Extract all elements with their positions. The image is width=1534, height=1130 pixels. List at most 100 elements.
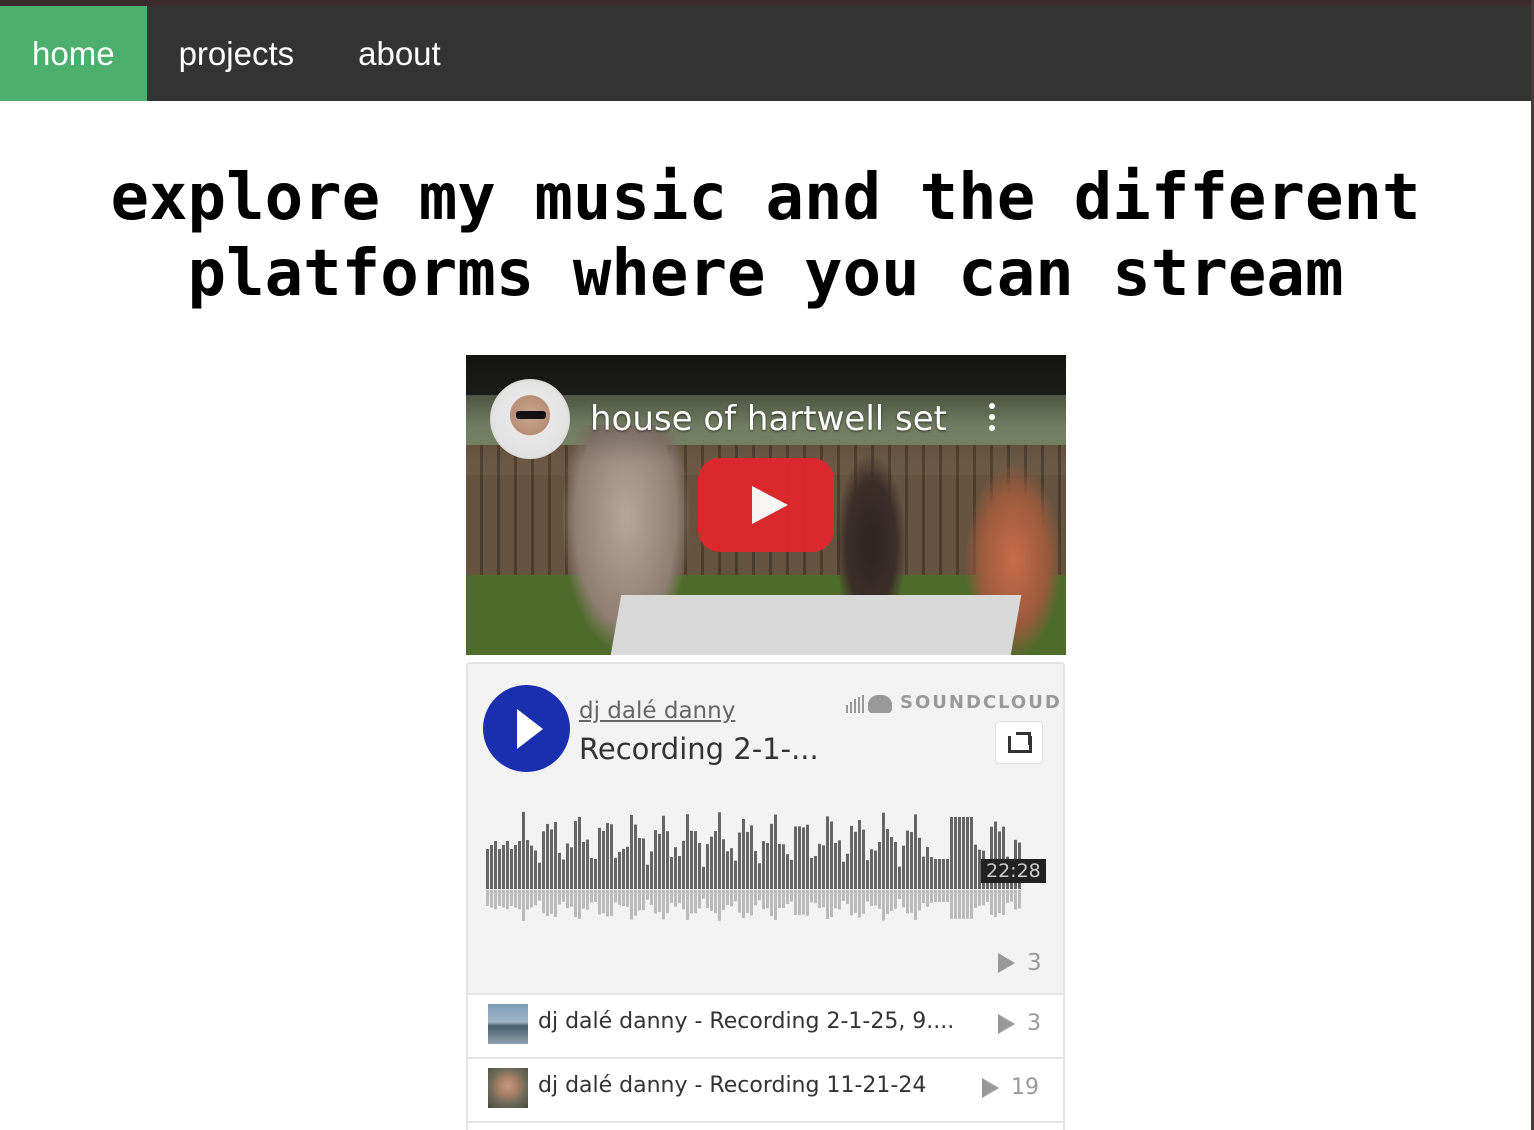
- waveform-bar-reflection: [666, 890, 669, 914]
- nav-home-link[interactable]: home: [0, 6, 147, 101]
- waveform-bar-reflection: [850, 890, 853, 916]
- waveform-bar: [850, 825, 853, 889]
- waveform-bar-reflection: [926, 890, 929, 907]
- waveform-bar: [682, 840, 685, 889]
- waveform-bar: [926, 847, 929, 889]
- page-headline: explore my music and the different platf…: [0, 160, 1531, 312]
- nav-about-link[interactable]: about: [326, 6, 473, 101]
- waveform-bar: [634, 824, 637, 889]
- waveform-bar-reflection: [650, 890, 653, 906]
- waveform-bar: [714, 831, 717, 889]
- waveform-bar: [894, 841, 897, 889]
- waveform-bar: [498, 849, 501, 889]
- waveform-bar: [658, 833, 661, 889]
- waveform-bar: [654, 830, 657, 889]
- waveform-bar-reflection: [898, 890, 901, 899]
- waveform-bar-reflection: [806, 890, 809, 916]
- channel-avatar[interactable]: [490, 379, 570, 459]
- waveform-bar: [554, 822, 557, 889]
- waveform-bar-reflection: [570, 890, 573, 907]
- waveform-bar-reflection: [858, 890, 861, 918]
- waveform-bar: [626, 846, 629, 889]
- waveform-bar-reflection: [598, 890, 601, 915]
- waveform-bar: [746, 831, 749, 889]
- waveform-bar-reflection: [594, 890, 597, 903]
- youtube-embed[interactable]: house of hartwell set: [466, 355, 1066, 655]
- waveform-bar-reflection: [862, 890, 865, 914]
- waveform-bar: [778, 843, 781, 889]
- waveform-bar: [794, 826, 797, 889]
- waveform-bar: [918, 837, 921, 889]
- waveform-bar: [526, 840, 529, 889]
- track-list-item[interactable]: [468, 1121, 1063, 1130]
- soundcloud-track-title[interactable]: Recording 2-1-...: [579, 732, 819, 766]
- waveform-bar-reflection: [818, 890, 821, 909]
- waveform-bar-reflection: [662, 890, 665, 920]
- waveform-bar: [642, 838, 645, 889]
- waveform-bar-reflection: [878, 890, 881, 909]
- waveform-bar: [542, 831, 545, 889]
- waveform-bar: [786, 854, 789, 889]
- waveform-bar-reflection: [998, 890, 1001, 914]
- waveform-bar-reflection: [586, 890, 589, 910]
- waveform-bar-reflection: [582, 890, 585, 909]
- waveform-bar-reflection: [934, 890, 937, 902]
- waveform-bar-reflection: [986, 890, 989, 902]
- waveform-bar: [866, 860, 869, 889]
- share-icon[interactable]: [995, 721, 1043, 764]
- soundcloud-waveform[interactable]: [486, 804, 1046, 924]
- waveform-bar-reflection: [970, 890, 973, 919]
- waveform-bar-reflection: [654, 890, 657, 914]
- video-thumbnail-table: [610, 595, 1022, 655]
- waveform-bar: [766, 843, 769, 889]
- track-list-item[interactable]: dj dalé danny - Recording 11-21-24 19: [468, 1057, 1063, 1121]
- waveform-bar: [718, 812, 721, 889]
- waveform-bar-reflection: [742, 890, 745, 919]
- waveform-bar-reflection: [994, 890, 997, 917]
- waveform-bar: [730, 848, 733, 889]
- waveform-bar-reflection: [814, 890, 817, 904]
- waveform-bar-reflection: [750, 890, 753, 916]
- waveform-bar: [914, 814, 917, 889]
- waveform-bar: [638, 838, 641, 889]
- waveform-bar-reflection: [838, 890, 841, 910]
- waveform-bar: [806, 824, 809, 889]
- waveform-bar: [742, 818, 745, 889]
- soundcloud-logo[interactable]: SOUNDCLOUD: [846, 692, 1062, 713]
- waveform-bar-reflection: [842, 890, 845, 901]
- waveform-bar-reflection: [770, 890, 773, 917]
- waveform-bar-reflection: [694, 890, 697, 914]
- waveform-bar-reflection: [866, 890, 869, 902]
- more-vert-icon[interactable]: [984, 403, 1000, 439]
- waveform-bar-reflection: [914, 890, 917, 920]
- track-list-item[interactable]: dj dalé danny - Recording 2-1-25, 9.... …: [468, 993, 1063, 1057]
- waveform-bar-reflection: [942, 890, 945, 902]
- waveform-bar: [722, 839, 725, 889]
- waveform-bar-reflection: [726, 890, 729, 906]
- waveform-bar-reflection: [786, 890, 789, 904]
- waveform-bar-reflection: [522, 890, 525, 921]
- waveform-bar: [838, 840, 841, 889]
- soundcloud-artist-link[interactable]: dj dalé danny: [579, 698, 735, 724]
- waveform-bar: [538, 862, 541, 889]
- waveform-bar-reflection: [554, 890, 557, 917]
- waveform-bar: [614, 857, 617, 889]
- waveform-bar: [582, 841, 585, 889]
- waveform-bar: [646, 864, 649, 889]
- waveform-bar-reflection: [630, 890, 633, 920]
- waveform-bar: [518, 841, 521, 889]
- waveform-bar-reflection: [990, 890, 993, 915]
- nav-projects-link[interactable]: projects: [147, 6, 327, 101]
- headline-line-1: explore my music and the different: [110, 161, 1421, 235]
- waveform-bar-reflection: [746, 890, 749, 913]
- waveform-bar: [618, 852, 621, 889]
- youtube-play-button[interactable]: [698, 458, 834, 552]
- waveform-bar: [662, 815, 665, 889]
- waveform-bar-reflection: [886, 890, 889, 914]
- waveform-bar: [946, 859, 949, 889]
- waveform-bar-reflection: [682, 890, 685, 910]
- video-title[interactable]: house of hartwell set: [590, 399, 947, 439]
- waveform-bar-reflection: [930, 890, 933, 903]
- waveform-bar: [534, 850, 537, 889]
- soundcloud-play-button[interactable]: [483, 685, 570, 772]
